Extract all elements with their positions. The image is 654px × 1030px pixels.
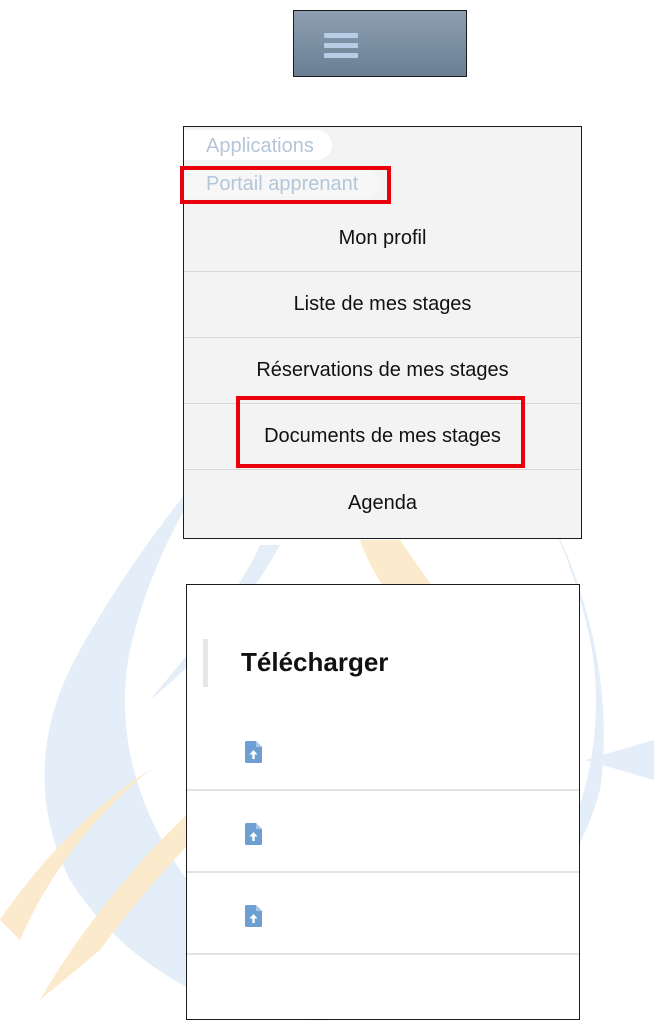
- navigation-menu: Applications Portail apprenant Mon profi…: [183, 126, 582, 539]
- file-row[interactable]: [187, 873, 579, 955]
- file-upload-icon[interactable]: [245, 823, 262, 845]
- menu-item-list: Mon profil Liste de mes stages Réservati…: [184, 205, 581, 536]
- menu-item-documents-stages[interactable]: Documents de mes stages: [184, 404, 581, 470]
- file-upload-icon[interactable]: [245, 741, 262, 763]
- menu-item-liste-stages[interactable]: Liste de mes stages: [184, 272, 581, 338]
- breadcrumb-applications[interactable]: Applications: [184, 130, 332, 160]
- menu-item-mon-profil[interactable]: Mon profil: [184, 205, 581, 272]
- breadcrumb-portail-apprenant[interactable]: Portail apprenant: [184, 169, 381, 199]
- title-accent-bar: [203, 639, 208, 687]
- file-upload-icon[interactable]: [245, 905, 262, 927]
- menu-item-reservations-stages[interactable]: Réservations de mes stages: [184, 338, 581, 404]
- menu-item-agenda[interactable]: Agenda: [184, 470, 581, 536]
- menu-button-panel[interactable]: [293, 10, 467, 77]
- file-row[interactable]: [187, 709, 579, 791]
- hamburger-menu-icon[interactable]: [324, 33, 358, 59]
- download-title: Télécharger: [241, 647, 389, 677]
- file-row[interactable]: [187, 791, 579, 873]
- download-panel: Télécharger: [186, 584, 580, 1020]
